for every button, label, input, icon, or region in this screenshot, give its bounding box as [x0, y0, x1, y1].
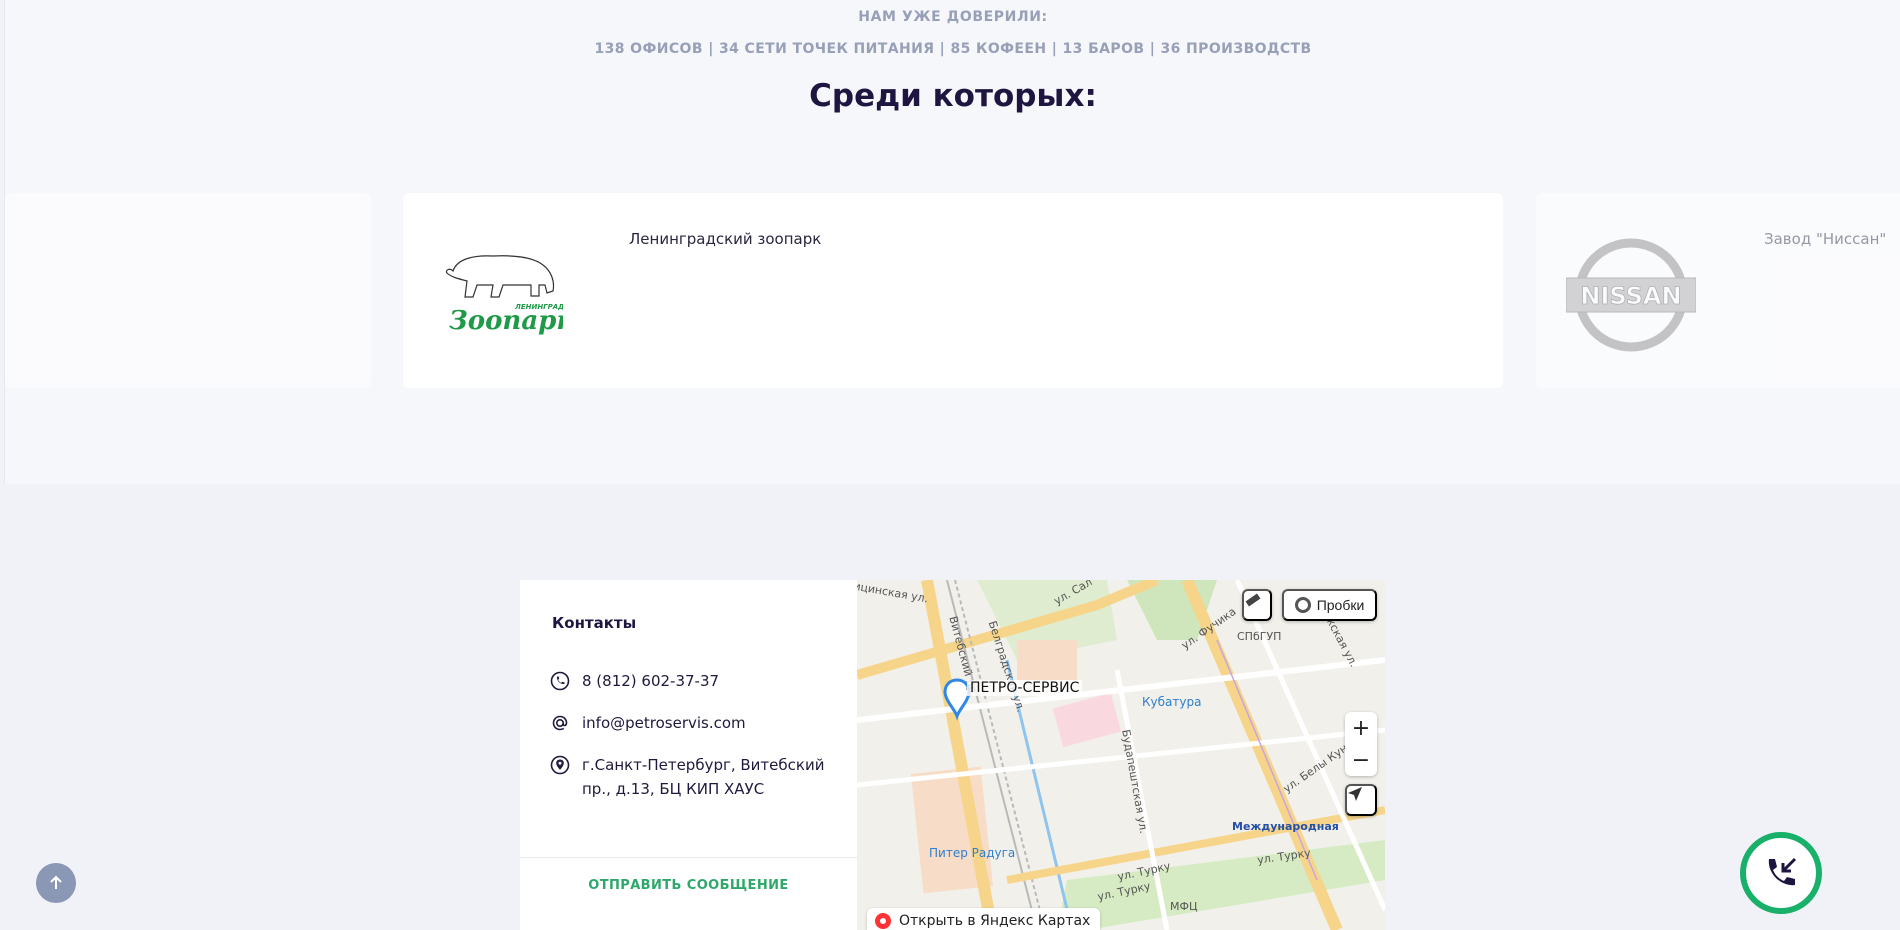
zoom-in-button[interactable]: + [1345, 712, 1377, 744]
trusted-stats: 138 ОФИСОВ | 34 СЕТИ ТОЧЕК ПИТАНИЯ | 85 … [594, 41, 1312, 57]
client-card-nissan[interactable]: NISSAN Завод "Ниссан" [1536, 193, 1900, 388]
client-card-zoo[interactable]: ЛЕНИНГРАДСКИЙ Зоопарк Ленинградский зооп… [403, 193, 1503, 388]
map-poi[interactable]: СПбГУП [1237, 630, 1281, 643]
location-pin-icon [550, 755, 570, 775]
nissan-logo-text: NISSAN [1580, 282, 1681, 310]
map-poi[interactable]: Питер Радуга [929, 846, 1015, 860]
phone-number: 8 (812) 602-37-37 [582, 672, 720, 690]
nissan-logo: NISSAN [1566, 238, 1696, 352]
zoo-logo: ЛЕНИНГРАДСКИЙ Зоопарк [445, 255, 563, 336]
phone-icon [550, 671, 570, 691]
clients-section: НАМ УЖЕ ДОВЕРИЛИ: 138 ОФИСОВ | 34 СЕТИ Т… [4, 0, 1900, 484]
company-marker-label[interactable]: ПЕТРО-СЕРВИС [967, 680, 1083, 696]
ruler-button[interactable] [1242, 589, 1272, 621]
map-poi[interactable]: МФЦ [1170, 900, 1198, 913]
among-title: Среди которых: [809, 78, 1097, 114]
contact-phone[interactable]: 8 (812) 602-37-37 [550, 671, 719, 693]
callback-button[interactable] [1740, 832, 1822, 914]
ruler-icon [1245, 593, 1261, 607]
arrow-up-icon [50, 875, 62, 889]
map-poi[interactable]: Кубатура [1142, 695, 1201, 709]
metro-poi[interactable]: Международная [1232, 820, 1339, 833]
email-address: info@petroservis.com [582, 714, 746, 732]
client-card-previous[interactable] [5, 193, 371, 388]
traffic-button[interactable]: Пробки [1282, 589, 1377, 621]
client-name: Завод "Ниссан" [1764, 230, 1887, 248]
open-maps-label: Открыть в Яндекс Картах [899, 913, 1091, 929]
yandex-map[interactable]: ицинская ул. ул. Сал Витебский пр. Белгр… [857, 580, 1385, 930]
send-message-button[interactable]: ОТПРАВИТЬ СООБЩЕНИЕ [520, 878, 857, 893]
zoom-out-button[interactable]: − [1345, 744, 1377, 776]
geolocation-button[interactable] [1345, 784, 1377, 816]
contacts-divider [520, 857, 857, 858]
traffic-label: Пробки [1316, 597, 1365, 613]
zoo-logo-text: Зоопарк [449, 306, 563, 336]
scroll-to-top-button[interactable] [36, 863, 76, 903]
traffic-icon [1294, 597, 1311, 613]
yandex-maps-icon [875, 913, 891, 929]
client-name: Ленинградский зоопарк [629, 230, 822, 248]
location-arrow-icon [1348, 787, 1362, 801]
at-icon [552, 715, 568, 731]
address-text: г.Санкт-Петербург, Витебский пр., д.13, … [582, 756, 825, 798]
zoom-control: + − [1345, 712, 1377, 776]
contact-address: г.Санкт-Петербург, Витебский пр., д.13, … [550, 755, 850, 801]
contact-email[interactable]: info@petroservis.com [550, 713, 746, 735]
contacts-title: Контакты [552, 614, 637, 632]
trusted-title: НАМ УЖЕ ДОВЕРИЛИ: [858, 9, 1048, 25]
open-yandex-maps-link[interactable]: Открыть в Яндекс Картах [867, 908, 1101, 930]
incoming-call-icon [1768, 857, 1797, 886]
